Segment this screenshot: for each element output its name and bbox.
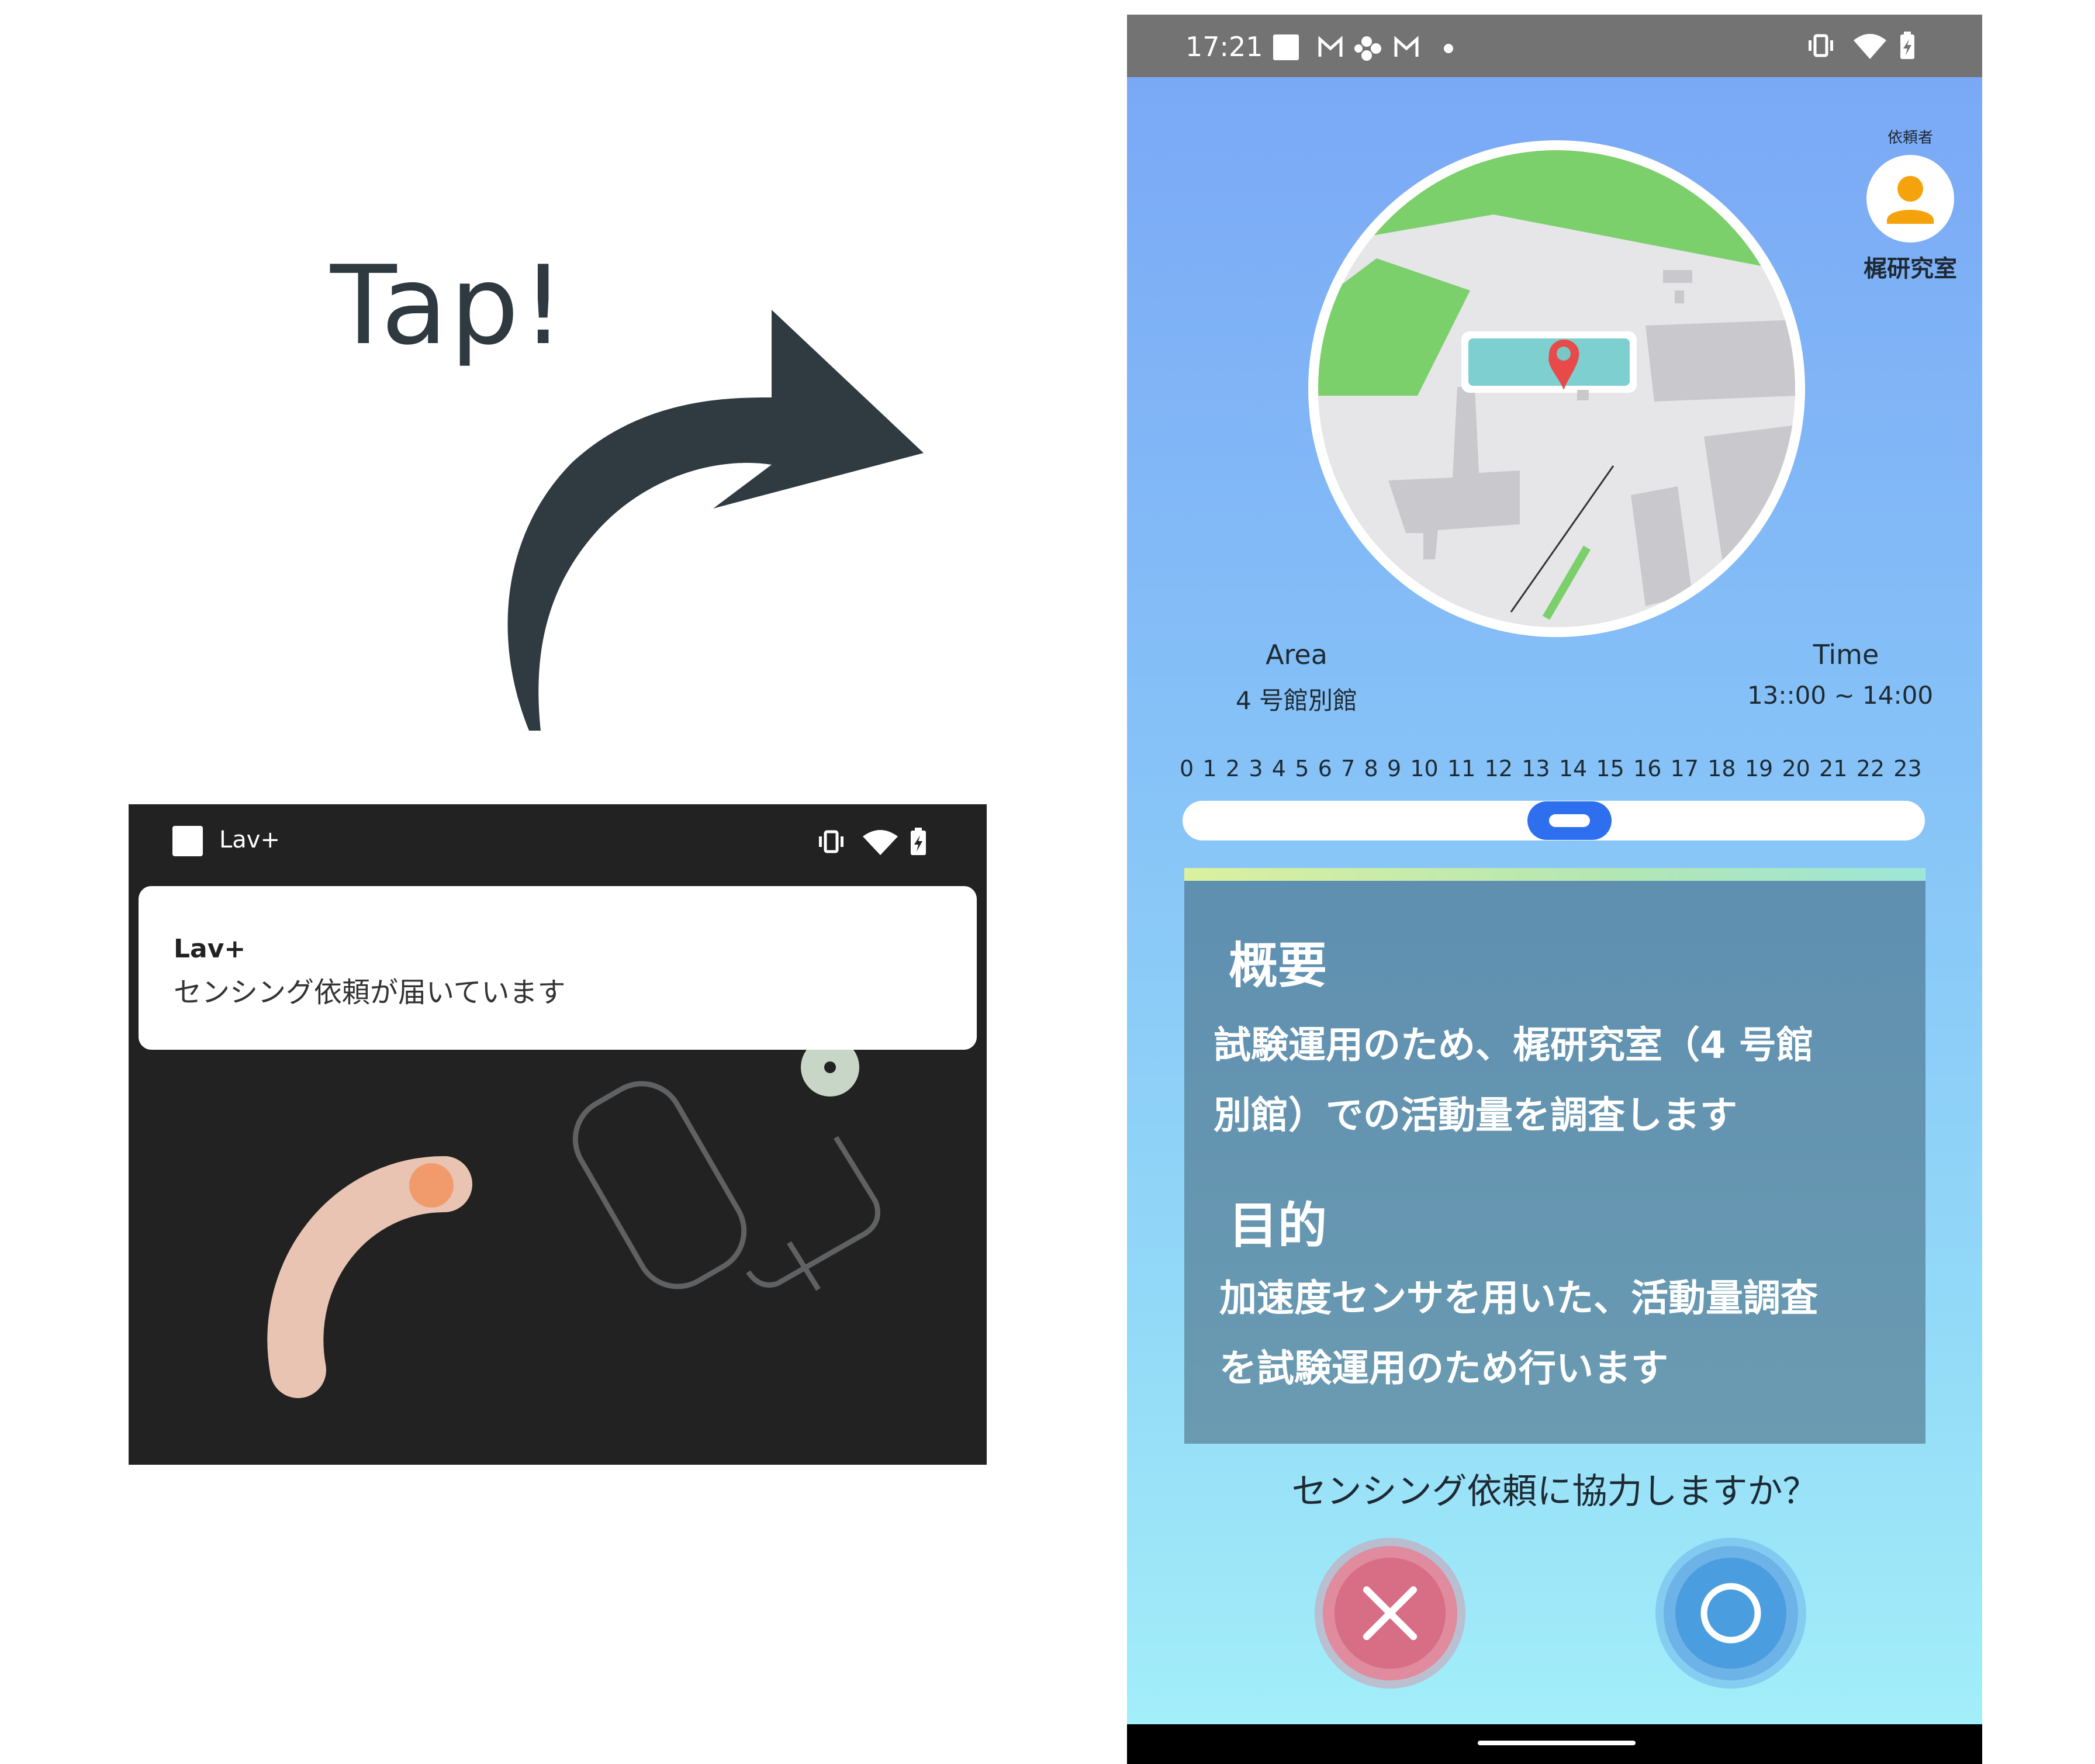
accept-button-face — [1675, 1558, 1786, 1669]
notification-icons — [1273, 34, 1453, 61]
requester-name: 梶研究室 — [1864, 255, 1957, 282]
purpose-text: 加速度センサを用いた、活動量調査 — [1219, 1277, 1818, 1320]
notification-card[interactable]: Lav+ センシング依頼が届いています — [139, 886, 977, 1050]
wifi-icon — [863, 830, 898, 855]
hour-scale: 0 1 2 3 4 5 6 7 8 9 10 11 12 13 14 15 16 17 18 19 20 21 22 23 — [1180, 756, 1922, 785]
overview-text: 別館）での活動量を調査します — [1214, 1094, 1737, 1137]
area-value: 4 号館別館 — [1235, 686, 1358, 715]
person-icon — [1887, 176, 1934, 224]
app-status-bar: 17:21 — [1127, 15, 1982, 77]
purpose-text: を試験運用のため行います — [1219, 1347, 1668, 1391]
hour-tick-label: 17 — [1670, 756, 1699, 781]
hour-tick-label: 22 — [1856, 756, 1885, 781]
app-icon — [172, 826, 203, 856]
wallpaper-art — [267, 1050, 880, 1398]
lockscreen-app-name: Lav+ — [219, 826, 280, 853]
hour-tick-label: 20 — [1782, 756, 1810, 781]
card-accent-bar — [1184, 868, 1925, 881]
decline-button[interactable] — [1323, 1546, 1457, 1680]
time-value: 13::00 ~ 14:00 — [1747, 681, 1934, 710]
app-screen: 17:21 依頼者 梶研究室 Area 4 号館別館 Time 13::00 ~… — [1127, 15, 1982, 1764]
vibrate-icon — [819, 830, 843, 853]
lockscreen: Lav+ Lav+ センシング依頼が届いています — [129, 804, 987, 1465]
hour-tick-label: 12 — [1484, 756, 1513, 781]
battery-icon — [1900, 32, 1914, 59]
gmail-icon — [1318, 36, 1343, 57]
more-dot-icon — [1444, 44, 1453, 53]
purpose-heading: 目的 — [1229, 1197, 1327, 1254]
hour-tick-label: 14 — [1558, 756, 1588, 781]
overview-text: 試験運用のため、梶研究室（4 号館 — [1214, 1024, 1814, 1067]
hour-tick-label: 6 — [1318, 756, 1332, 781]
map-graphic — [1318, 150, 1795, 627]
close-x-icon — [1363, 1586, 1417, 1640]
hour-tick-label: 3 — [1249, 756, 1263, 781]
wifi-icon — [1854, 34, 1886, 59]
status-icons — [1809, 32, 1914, 59]
battery-icon — [911, 828, 926, 855]
area-label: Area — [1266, 639, 1327, 670]
slider-thumb-grip — [1549, 814, 1590, 827]
hour-tick-label: 1 — [1202, 756, 1217, 781]
hour-tick-label: 18 — [1707, 756, 1736, 781]
requester-label: 依頼者 — [1887, 129, 1933, 147]
hour-tick-label: 7 — [1341, 756, 1356, 781]
hour-tick-label: 15 — [1596, 756, 1624, 781]
hour-tick-label: 8 — [1364, 756, 1378, 781]
hour-tick-label: 9 — [1387, 756, 1402, 781]
notification-body: センシング依頼が届いています — [174, 976, 566, 1009]
hour-tick-label: 5 — [1295, 756, 1309, 781]
timeline-slider-thumb[interactable] — [1527, 801, 1612, 840]
hour-tick-label: 23 — [1893, 756, 1922, 781]
status-time: 17:21 — [1185, 31, 1263, 63]
hour-tick-label: 19 — [1744, 756, 1774, 781]
curved-arrow-icon — [507, 310, 924, 731]
app-square-icon — [1273, 34, 1299, 60]
home-gesture-handle[interactable] — [1478, 1741, 1636, 1745]
vibrate-icon — [1809, 34, 1833, 57]
notification-title: Lav+ — [174, 934, 246, 964]
circle-o-icon — [1700, 1583, 1761, 1644]
lockscreen-status-bar: Lav+ — [129, 804, 987, 886]
hour-tick-label: 13 — [1522, 756, 1550, 781]
confirmation-question: センシング依頼に協力しますか？ — [1291, 1471, 1818, 1512]
decline-button-face — [1335, 1558, 1446, 1669]
hour-tick-label: 0 — [1180, 756, 1194, 781]
hour-tick-label: 2 — [1225, 756, 1240, 781]
hour-tick-label: 10 — [1410, 756, 1439, 781]
accept-button[interactable] — [1664, 1546, 1798, 1680]
hour-tick-label: 21 — [1819, 756, 1848, 781]
gmail-icon — [1394, 36, 1419, 57]
hour-tick-label: 11 — [1447, 756, 1476, 781]
hour-tick-label: 16 — [1633, 756, 1662, 781]
request-details-card: 概要 試験運用のため、梶研究室（4 号館 別館）での活動量を調査します 目的 加… — [1184, 868, 1925, 1444]
area-map[interactable] — [1308, 140, 1805, 637]
cluster-icon — [1354, 36, 1381, 61]
requester-avatar[interactable] — [1866, 155, 1954, 243]
hour-tick-label: 4 — [1271, 756, 1286, 781]
time-label: Time — [1813, 639, 1879, 670]
status-icons — [819, 828, 926, 855]
overview-heading: 概要 — [1229, 937, 1327, 994]
system-nav-bar — [1127, 1724, 1982, 1764]
